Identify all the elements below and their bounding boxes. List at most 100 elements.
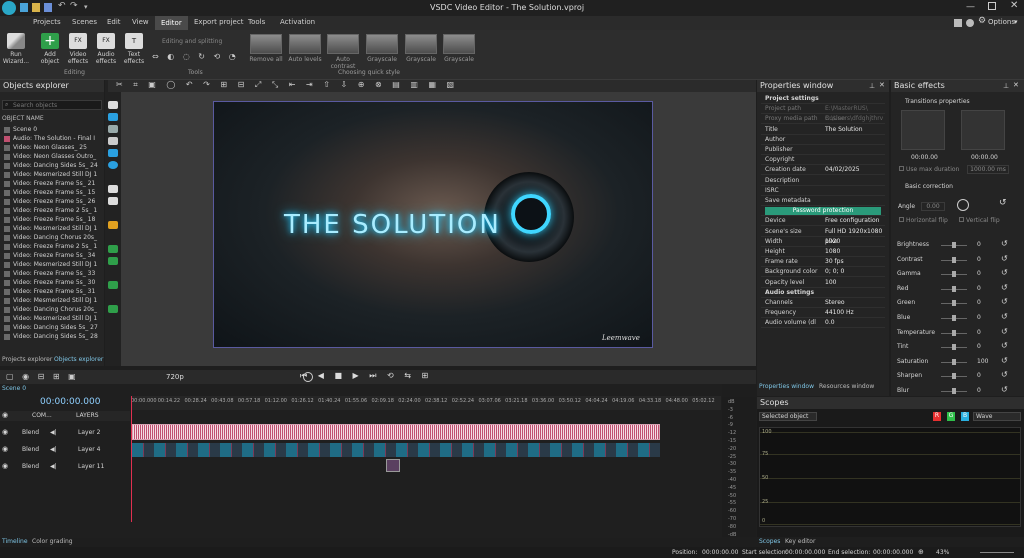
property-row[interactable]: Publisher: [761, 145, 885, 155]
menu-activation[interactable]: Activation: [280, 18, 315, 26]
selected-object-dropdown[interactable]: Selected object: [759, 412, 817, 421]
audio-tool-icon[interactable]: [108, 125, 118, 133]
customize-icon[interactable]: ▾: [84, 3, 88, 11]
slider-handle[interactable]: [952, 329, 956, 336]
eye-icon[interactable]: ◉: [2, 425, 8, 440]
tab-objects-explorer[interactable]: Objects explorer: [54, 356, 103, 363]
pin-icon[interactable]: ⊥: [869, 82, 875, 90]
play-button[interactable]: [303, 372, 313, 382]
slider-handle[interactable]: [952, 285, 956, 292]
property-value[interactable]: 0.0: [825, 318, 835, 328]
horizontal-flip-checkbox[interactable]: Horizontal flip: [899, 217, 948, 224]
angle-field[interactable]: 0.00: [921, 202, 945, 211]
tab-scopes[interactable]: Scopes: [759, 538, 780, 545]
audio-toggle-icon[interactable]: ◀|: [50, 425, 57, 440]
chart-tool-icon[interactable]: [108, 221, 118, 229]
tab-key-editor[interactable]: Key editor: [785, 538, 815, 545]
ellipse-tool-icon[interactable]: [108, 161, 118, 169]
eye-icon[interactable]: ◉: [2, 442, 8, 457]
quick-style-grayscale-3[interactable]: Grayscale: [442, 34, 476, 63]
object-list-item[interactable]: Video: Freeze Frame 2 5s_ 1: [4, 243, 100, 252]
tab-projects-explorer[interactable]: Projects explorer: [2, 356, 52, 363]
line-tool-icon[interactable]: [108, 137, 118, 145]
quick-style-remove-all[interactable]: Remove all: [249, 34, 283, 63]
object-list-item[interactable]: Video: Freeze Frame 5s_ 15: [4, 189, 100, 198]
property-row[interactable]: Description: [761, 176, 885, 186]
save-icon[interactable]: [44, 3, 52, 12]
reset-icon[interactable]: ↺: [1001, 254, 1008, 263]
tab-resources-window[interactable]: Resources window: [819, 383, 874, 390]
timeline-track[interactable]: ◉ Blend ◀| Layer 2: [0, 425, 130, 440]
eye-icon[interactable]: ◉: [2, 411, 8, 419]
property-row[interactable]: Creation date 04/02/2025: [761, 165, 885, 176]
options-button[interactable]: Options: [988, 18, 1015, 26]
object-list-item[interactable]: Video: Mesmerized Still DJ 1: [4, 171, 100, 180]
add-object-button[interactable]: + Add object: [36, 33, 64, 65]
property-value[interactable]: 1920: [825, 237, 840, 247]
property-row[interactable]: Device Free configuration: [761, 216, 885, 227]
property-row[interactable]: ISRC: [761, 186, 885, 196]
gear-icon[interactable]: ⚙: [978, 16, 986, 26]
menu-projects[interactable]: Projects: [33, 18, 61, 26]
video-tool-icon[interactable]: [108, 113, 118, 121]
property-row[interactable]: Background color 0; 0; 0: [761, 267, 885, 278]
reset-icon[interactable]: ↺: [1001, 385, 1008, 394]
reset-icon[interactable]: ↺: [1001, 239, 1008, 248]
property-row[interactable]: Width 1920: [761, 237, 885, 247]
channel-r-button[interactable]: R: [933, 412, 941, 421]
text-tool-icon[interactable]: [108, 185, 118, 193]
reset-icon[interactable]: ↺: [1001, 297, 1008, 306]
property-row[interactable]: Frequency 44100 Hz: [761, 308, 885, 319]
object-list-item[interactable]: Video: Dancing Chorus 20s_: [4, 234, 100, 243]
reset-icon[interactable]: ↺: [1001, 341, 1008, 350]
slider-handle[interactable]: [952, 358, 956, 365]
object-list-item[interactable]: Video: Freeze Frame 5s_ 30: [4, 279, 100, 288]
video-clips[interactable]: [132, 443, 660, 457]
new-project-icon[interactable]: [20, 3, 28, 12]
property-value[interactable]: Free configuration: [825, 216, 879, 226]
rect-tool-icon[interactable]: [108, 149, 118, 157]
close-icon[interactable]: ✕: [1013, 81, 1019, 89]
theme-icon[interactable]: [966, 19, 974, 27]
timeline-track[interactable]: ◉ Blend ◀| Layer 11: [0, 459, 130, 474]
image-tool-icon[interactable]: [108, 245, 118, 253]
menu-scenes[interactable]: Scenes: [72, 18, 97, 26]
blend-mode-dropdown[interactable]: Blend: [22, 442, 39, 457]
object-list-item[interactable]: Video: Dancing Chorus 20s_: [4, 306, 100, 315]
property-value[interactable]: 44100 Hz: [825, 308, 854, 318]
object-list-item[interactable]: Video: Freeze Frame 5s_ 31: [4, 288, 100, 297]
slider-handle[interactable]: [952, 271, 956, 278]
object-list-item[interactable]: Video: Mesmerized Still DJ 1: [4, 225, 100, 234]
property-value[interactable]: C:\Users\dfdghjthrv: [825, 114, 883, 124]
property-value[interactable]: 0; 0; 0: [825, 267, 844, 277]
channel-g-button[interactable]: G: [947, 412, 955, 421]
object-list-item[interactable]: Video: Neon Glasses Outro_: [4, 153, 100, 162]
property-row[interactable]: Scene's size Full HD 1920x1080 pixe: [761, 227, 885, 245]
tab-properties-window[interactable]: Properties window: [759, 383, 814, 390]
property-value[interactable]: Stereo: [825, 298, 845, 308]
object-list-item[interactable]: Video: Mesmerized Still DJ 1: [4, 297, 100, 306]
minimize-button[interactable]: —: [966, 2, 975, 12]
slider-handle[interactable]: [952, 315, 956, 321]
scene-node[interactable]: Scene 0: [4, 126, 100, 135]
pin-icon[interactable]: ⊥: [1003, 82, 1009, 90]
object-list-item[interactable]: Video: Dancing Sides 5s_ 28: [4, 333, 100, 342]
quick-style-grayscale-2[interactable]: Grayscale: [404, 34, 438, 63]
layer11-clip[interactable]: [386, 459, 400, 472]
property-row[interactable]: Title The Solution: [761, 125, 885, 135]
zoom-fit-icon[interactable]: ⊕: [918, 548, 924, 556]
sprite-tool-icon[interactable]: [108, 257, 118, 265]
property-value[interactable]: 1080: [825, 247, 840, 257]
object-list-item[interactable]: Video: Freeze Frame 5s_ 34: [4, 252, 100, 261]
slider-handle[interactable]: [952, 388, 956, 394]
reset-icon[interactable]: ↺: [1001, 327, 1008, 336]
slider-handle[interactable]: [952, 242, 956, 248]
chevron-down-icon[interactable]: ▾: [1014, 18, 1018, 26]
property-row[interactable]: Proxy media path C:\Users\dfdghjthrv: [761, 114, 885, 125]
video-preview[interactable]: THE SOLUTION Leemwave: [213, 101, 653, 348]
use-max-duration-checkbox[interactable]: Use max duration: [899, 166, 959, 173]
reset-angle-icon[interactable]: ↺: [999, 198, 1007, 208]
object-list-item[interactable]: Video: Mesmerized Still DJ 1: [4, 315, 100, 324]
scene-tab[interactable]: Scene 0: [2, 385, 26, 392]
property-value[interactable]: 04/02/2025: [825, 165, 860, 175]
